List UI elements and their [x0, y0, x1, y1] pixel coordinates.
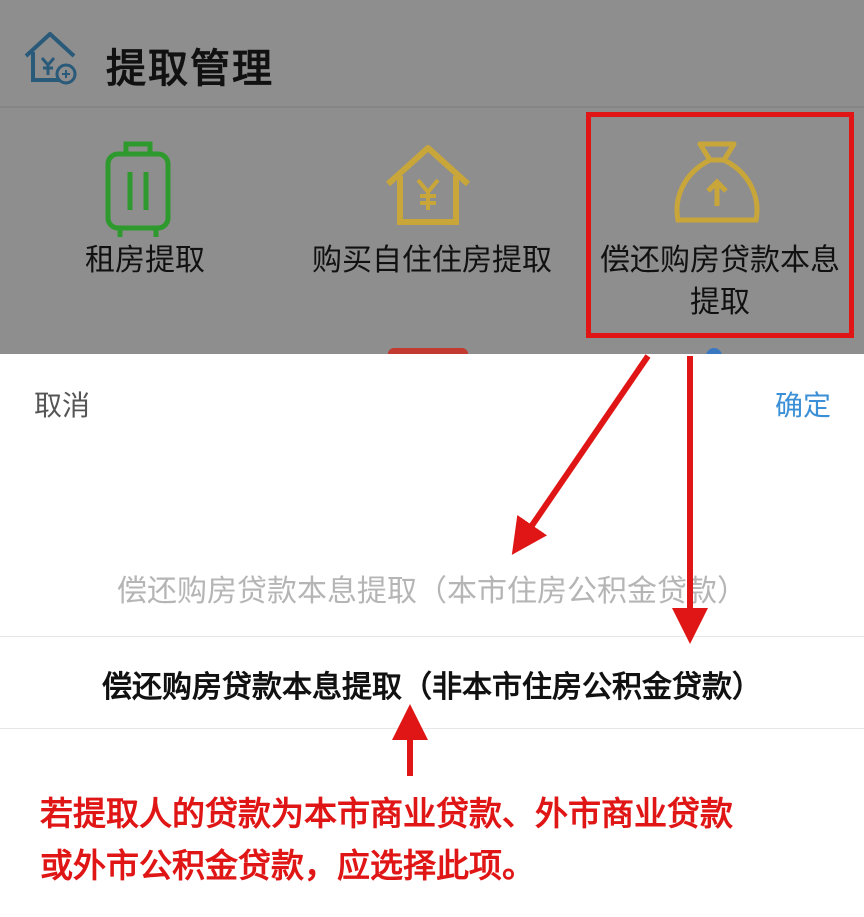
annotation-note: 若提取人的贷款为本市商业贷款、外市商业贷款 或外市公积金贷款，应选择此项。	[40, 788, 733, 892]
option-label: 购买自住住房提取	[312, 243, 552, 278]
highlight-box	[586, 112, 854, 338]
app-header: 提取管理	[0, 0, 864, 108]
annotation-line2: 或外市公积金贷款，应选择此项。	[40, 846, 535, 885]
page-title: 提取管理	[106, 46, 274, 92]
house-yen-icon	[385, 145, 471, 225]
annotation-line1: 若提取人的贷款为本市商业贷款、外市商业贷款	[40, 794, 733, 833]
option-purchase-withdrawal[interactable]: 购买自住住房提取	[296, 112, 568, 312]
luggage-icon	[105, 141, 171, 237]
picker-option-local-fund-loan[interactable]: 偿还购房贷款本息提取（本市住房公积金贷款）	[0, 566, 864, 610]
picker-divider-top	[0, 636, 864, 637]
confirm-button[interactable]: 确定	[775, 384, 831, 424]
option-rent-withdrawal[interactable]: 租房提取	[40, 112, 250, 312]
picker-divider-bottom	[0, 728, 864, 729]
picker-option-non-local-fund-loan[interactable]: 偿还购房贷款本息提取（非本市住房公积金贷款）	[0, 662, 864, 706]
header-divider	[0, 106, 864, 108]
house-yen-icon	[24, 32, 77, 85]
cancel-button[interactable]: 取消	[34, 384, 90, 424]
option-label: 租房提取	[85, 243, 205, 278]
